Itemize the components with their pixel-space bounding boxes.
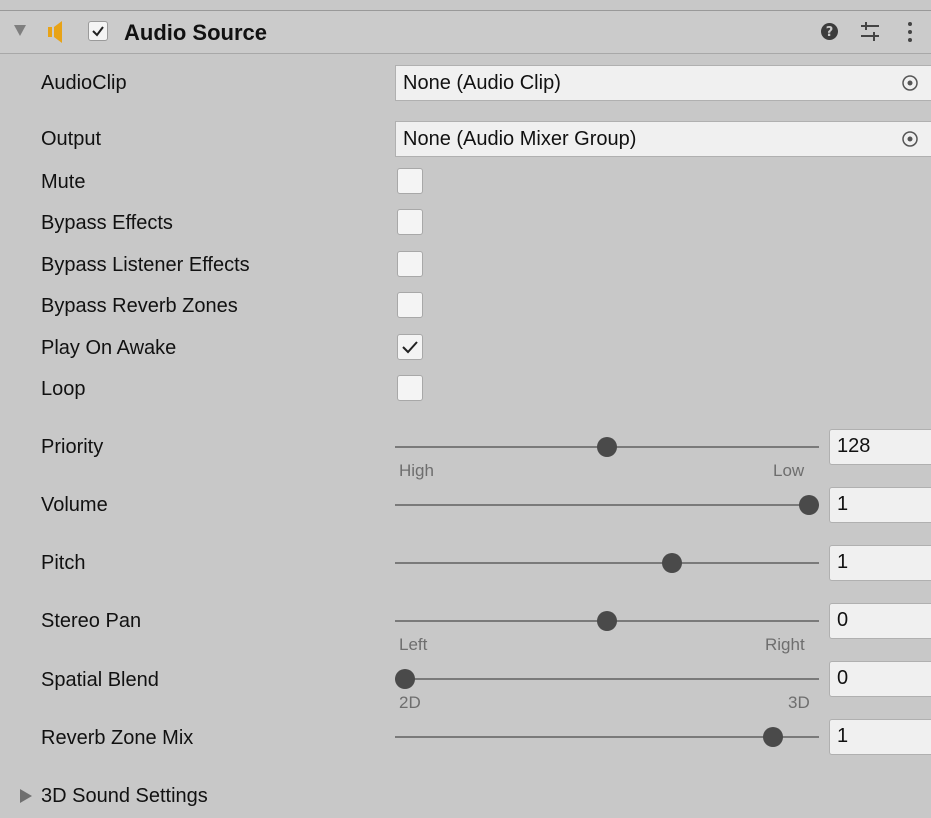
reverb-zone-mix-field[interactable]: 1	[829, 719, 931, 755]
bypass-reverb-zones-label: Bypass Reverb Zones	[41, 295, 238, 317]
output-value: None (Audio Mixer Group)	[403, 128, 637, 150]
reverb-zone-mix-value: 1	[837, 725, 849, 747]
pitch-slider-thumb[interactable]	[661, 553, 682, 573]
reverb-zone-mix-slider-thumb[interactable]	[762, 727, 783, 747]
stereo-pan-value: 0	[837, 609, 849, 631]
audio-clip-label: AudioClip	[41, 72, 127, 94]
volume-slider-track[interactable]	[395, 504, 819, 506]
audio-source-inspector: Audio Source ? AudioClip None (Audio Cli…	[0, 0, 931, 818]
component-enabled-checkbox[interactable]	[88, 21, 108, 41]
object-picker-icon[interactable]	[901, 130, 919, 148]
bypass-reverb-zones-checkbox[interactable]	[397, 292, 423, 318]
volume-label: Volume	[41, 494, 108, 516]
stereo-pan-max-label: Right	[765, 635, 805, 654]
bypass-effects-checkbox[interactable]	[397, 209, 423, 235]
triangle-right-icon[interactable]	[20, 789, 32, 803]
checkmark-icon	[402, 341, 418, 354]
priority-value: 128	[837, 435, 871, 457]
triangle-down-icon[interactable]	[14, 25, 26, 36]
spatial-blend-slider-thumb[interactable]	[395, 669, 415, 689]
priority-max-label: Low	[773, 461, 805, 480]
output-field[interactable]: None (Audio Mixer Group)	[395, 121, 931, 157]
spatial-blend-label: Spatial Blend	[41, 669, 159, 691]
help-icon[interactable]: ?	[820, 22, 839, 41]
volume-value: 1	[837, 493, 849, 515]
priority-min-label: High	[399, 461, 434, 480]
stereo-pan-label: Stereo Pan	[41, 610, 142, 632]
pitch-label: Pitch	[41, 552, 86, 574]
audio-clip-field[interactable]: None (Audio Clip)	[395, 65, 931, 101]
stereo-pan-slider-thumb[interactable]	[597, 611, 617, 631]
audio-clip-value: None (Audio Clip)	[403, 72, 561, 94]
loop-label: Loop	[41, 378, 86, 400]
pitch-value: 1	[837, 551, 849, 573]
component-header[interactable]: Audio Source ?	[0, 11, 931, 54]
priority-label: Priority	[41, 436, 104, 458]
loop-checkbox[interactable]	[397, 375, 423, 401]
reverb-zone-mix-label: Reverb Zone Mix	[41, 727, 194, 749]
kebab-menu-icon[interactable]	[906, 21, 914, 43]
priority-slider-thumb[interactable]	[597, 437, 617, 457]
pitch-field[interactable]: 1	[829, 545, 931, 581]
3d-sound-settings-foldout[interactable]: 3D Sound Settings	[41, 785, 208, 808]
reverb-zone-mix-slider-track[interactable]	[395, 736, 819, 738]
bypass-listener-effects-label: Bypass Listener Effects	[41, 254, 250, 276]
spatial-blend-field[interactable]: 0	[829, 661, 931, 697]
volume-field[interactable]: 1	[829, 487, 931, 523]
svg-text:?: ?	[826, 25, 834, 40]
presets-icon[interactable]	[860, 21, 880, 42]
component-title: Audio Source	[124, 20, 268, 45]
output-label: Output	[41, 128, 102, 150]
speaker-icon	[48, 21, 62, 43]
priority-field[interactable]: 128	[829, 429, 931, 465]
bypass-effects-label: Bypass Effects	[41, 212, 173, 234]
spatial-blend-max-label: 3D	[788, 693, 810, 712]
spatial-blend-value: 0	[837, 667, 849, 689]
spatial-blend-min-label: 2D	[399, 693, 421, 712]
object-picker-icon[interactable]	[901, 74, 919, 92]
stereo-pan-min-label: Left	[399, 635, 428, 654]
play-on-awake-label: Play On Awake	[41, 337, 177, 359]
stereo-pan-field[interactable]: 0	[829, 603, 931, 639]
play-on-awake-checkbox[interactable]	[397, 334, 423, 360]
bypass-listener-effects-checkbox[interactable]	[397, 251, 423, 277]
volume-slider-thumb[interactable]	[799, 495, 819, 515]
pitch-slider-track[interactable]	[395, 562, 819, 564]
mute-checkbox[interactable]	[397, 168, 423, 194]
spatial-blend-slider-track[interactable]	[395, 678, 819, 680]
mute-label: Mute	[41, 171, 86, 193]
